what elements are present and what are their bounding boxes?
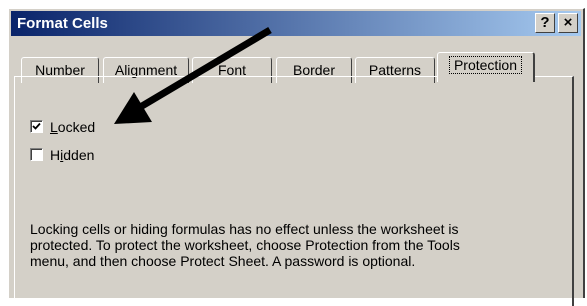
annotation-arrow-icon (114, 26, 272, 124)
